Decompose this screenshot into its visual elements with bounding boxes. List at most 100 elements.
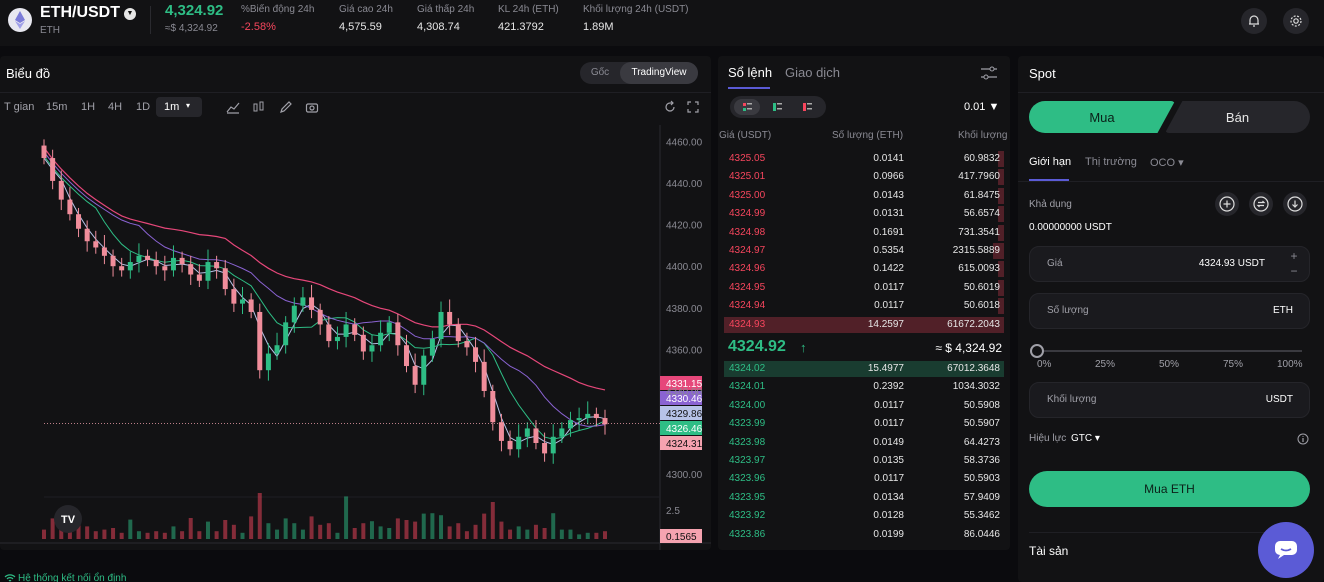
price-tick-label: 4340.00: [666, 387, 703, 398]
support-chat-button[interactable]: [1258, 522, 1314, 578]
ask-row[interactable]: 4324.99 0.0131 56.6574: [724, 205, 1004, 223]
bid-amount: 0.0117: [874, 399, 904, 411]
plus-circle-icon: [1219, 196, 1235, 212]
amount-field[interactable]: Số lượng ETH: [1029, 293, 1310, 329]
candle-type-icon[interactable]: [252, 100, 266, 114]
timeframe-4h[interactable]: 4H: [108, 101, 122, 113]
timeframe-active-label: 1m: [164, 101, 180, 113]
bid-row[interactable]: 4323.95 0.0134 57.9409: [724, 489, 1004, 507]
candle-body: [76, 214, 82, 229]
bid-row[interactable]: 4324.01 0.2392 1034.3032: [724, 378, 1004, 396]
ask-row[interactable]: 4324.95 0.0117 50.6019: [724, 279, 1004, 297]
candle-body: [429, 339, 435, 356]
sell-tab[interactable]: Bán: [1165, 101, 1310, 133]
total-field[interactable]: Khối lượng USDT: [1029, 382, 1310, 418]
info-icon[interactable]: [1297, 433, 1309, 445]
price-chart[interactable]: 4331.15 4330.46 4329.86 4326.46 4324.31 0.156…: [0, 125, 711, 550]
bid-row[interactable]: 4323.99 0.0117 50.5907: [724, 415, 1004, 433]
ask-row[interactable]: 4325.00 0.0143 61.8475: [724, 187, 1004, 205]
slider-mark[interactable]: 75%: [1223, 359, 1243, 370]
bid-row[interactable]: 4323.96 0.0117 50.5903: [724, 470, 1004, 488]
ask-total: 56.6574: [963, 208, 1000, 220]
timeframe-1h[interactable]: 1H: [81, 101, 95, 113]
slider-mark[interactable]: 25%: [1095, 359, 1115, 370]
ask-total: 61672.2043: [947, 318, 1000, 330]
tab-trades[interactable]: Giao dịch: [785, 65, 840, 80]
volume-bar: [257, 493, 262, 539]
bid-row[interactable]: 4324.00 0.0117 50.5908: [724, 397, 1004, 415]
view-asks-button[interactable]: [794, 99, 820, 115]
orderbook-panel: Sổ lệnh Giao dịch 0.01 ▼ Giá (USDT) Số l…: [718, 56, 1010, 550]
download-button[interactable]: [1283, 192, 1307, 216]
bid-row[interactable]: 4323.86 0.0199 86.0446: [724, 526, 1004, 544]
ask-row[interactable]: 4324.93 14.2597 61672.2043: [724, 316, 1004, 334]
ask-row[interactable]: 4324.97 0.5354 2315.5889: [724, 242, 1004, 260]
volume-bar: [533, 524, 538, 539]
transfer-button[interactable]: [1249, 192, 1273, 216]
candle-body: [84, 228, 90, 242]
indicator-icon[interactable]: [226, 100, 240, 114]
view-option-original[interactable]: Gốc: [580, 62, 620, 84]
alert-bell-button[interactable]: [1241, 8, 1267, 34]
timeframe-1d[interactable]: 1D: [136, 101, 150, 113]
volume-bar: [171, 526, 176, 539]
candle-body: [593, 413, 599, 419]
slider-mark[interactable]: 100%: [1277, 359, 1303, 370]
volume-bar: [439, 515, 444, 539]
candlestick-chart[interactable]: 4331.154330.464329.864326.464324.310.156…: [0, 125, 711, 550]
pair-name[interactable]: ETH/USDT: [40, 4, 120, 22]
slider-mark[interactable]: 0%: [1037, 359, 1051, 370]
price-field-value[interactable]: 4324.93 USDT: [1199, 258, 1265, 269]
ask-row[interactable]: 4325.01 0.0966 417.7960: [724, 168, 1004, 186]
amount-slider-handle[interactable]: [1030, 344, 1044, 358]
tick-size-select[interactable]: 0.01 ▼: [964, 101, 999, 113]
order-type-limit[interactable]: Giới hạn: [1029, 156, 1071, 168]
bid-row[interactable]: 4323.97 0.0135 58.3736: [724, 452, 1004, 470]
candle-body: [67, 199, 73, 215]
ask-row[interactable]: 4324.94 0.0117 50.6018: [724, 297, 1004, 315]
candle-body: [110, 255, 116, 267]
order-type-oco[interactable]: OCO ▾: [1150, 156, 1184, 169]
bid-row[interactable]: 4323.98 0.0149 64.4273: [724, 434, 1004, 452]
buy-tab[interactable]: Mua: [1029, 101, 1175, 133]
ma-line-slow: [43, 151, 606, 427]
ask-row[interactable]: 4324.96 0.1422 615.0093: [724, 260, 1004, 278]
deposit-button[interactable]: [1215, 192, 1239, 216]
camera-icon[interactable]: [305, 100, 319, 114]
minus-icon[interactable]: −: [1287, 264, 1301, 279]
timeframe-selector[interactable]: 1m ▾: [156, 97, 202, 117]
candle-body: [455, 324, 461, 342]
col-total: Khối lượng: [958, 130, 1008, 141]
bid-price: 4323.96: [729, 473, 766, 485]
view-option-tradingview[interactable]: TradingView: [620, 62, 698, 84]
submit-buy-button[interactable]: Mua ETH: [1029, 471, 1310, 507]
pair-dropdown-icon[interactable]: ▼: [124, 8, 136, 20]
bid-total: 50.5903: [963, 473, 1000, 485]
volume-bar: [404, 520, 409, 539]
tab-orderbook[interactable]: Sổ lệnh: [728, 65, 772, 80]
ask-row[interactable]: 4325.05 0.0141 60.9832: [724, 150, 1004, 168]
fullscreen-icon[interactable]: [686, 100, 700, 114]
ask-row[interactable]: 4324.98 0.1691 731.3541: [724, 224, 1004, 242]
bid-price: 4323.97: [729, 455, 766, 466]
volume-bar: [188, 518, 193, 539]
bid-price: 4323.92: [729, 510, 766, 522]
bid-row[interactable]: 4324.02 15.4977 67012.3648: [724, 360, 1004, 378]
order-type-market[interactable]: Thị trường: [1085, 156, 1137, 168]
candle-body: [41, 145, 47, 159]
bid-row[interactable]: 4323.92 0.0128 55.3462: [724, 507, 1004, 525]
price-field[interactable]: Giá 4324.93 USDT + −: [1029, 246, 1310, 282]
settings-button[interactable]: [1283, 8, 1309, 34]
refresh-icon[interactable]: [663, 100, 677, 114]
draw-pencil-icon[interactable]: [279, 100, 293, 114]
slider-mark[interactable]: 50%: [1159, 359, 1179, 370]
timeframe-15m[interactable]: 15m: [46, 101, 67, 113]
time-in-force-select[interactable]: GTC ▾: [1071, 433, 1100, 444]
plus-icon[interactable]: +: [1287, 249, 1301, 264]
view-bids-button[interactable]: [764, 99, 790, 115]
amount-slider-track[interactable]: [1036, 350, 1302, 352]
ask-total: 50.6019: [963, 281, 1000, 293]
view-both-button[interactable]: [734, 99, 760, 115]
price-stepper[interactable]: + −: [1287, 249, 1301, 279]
sliders-icon[interactable]: [980, 65, 998, 81]
